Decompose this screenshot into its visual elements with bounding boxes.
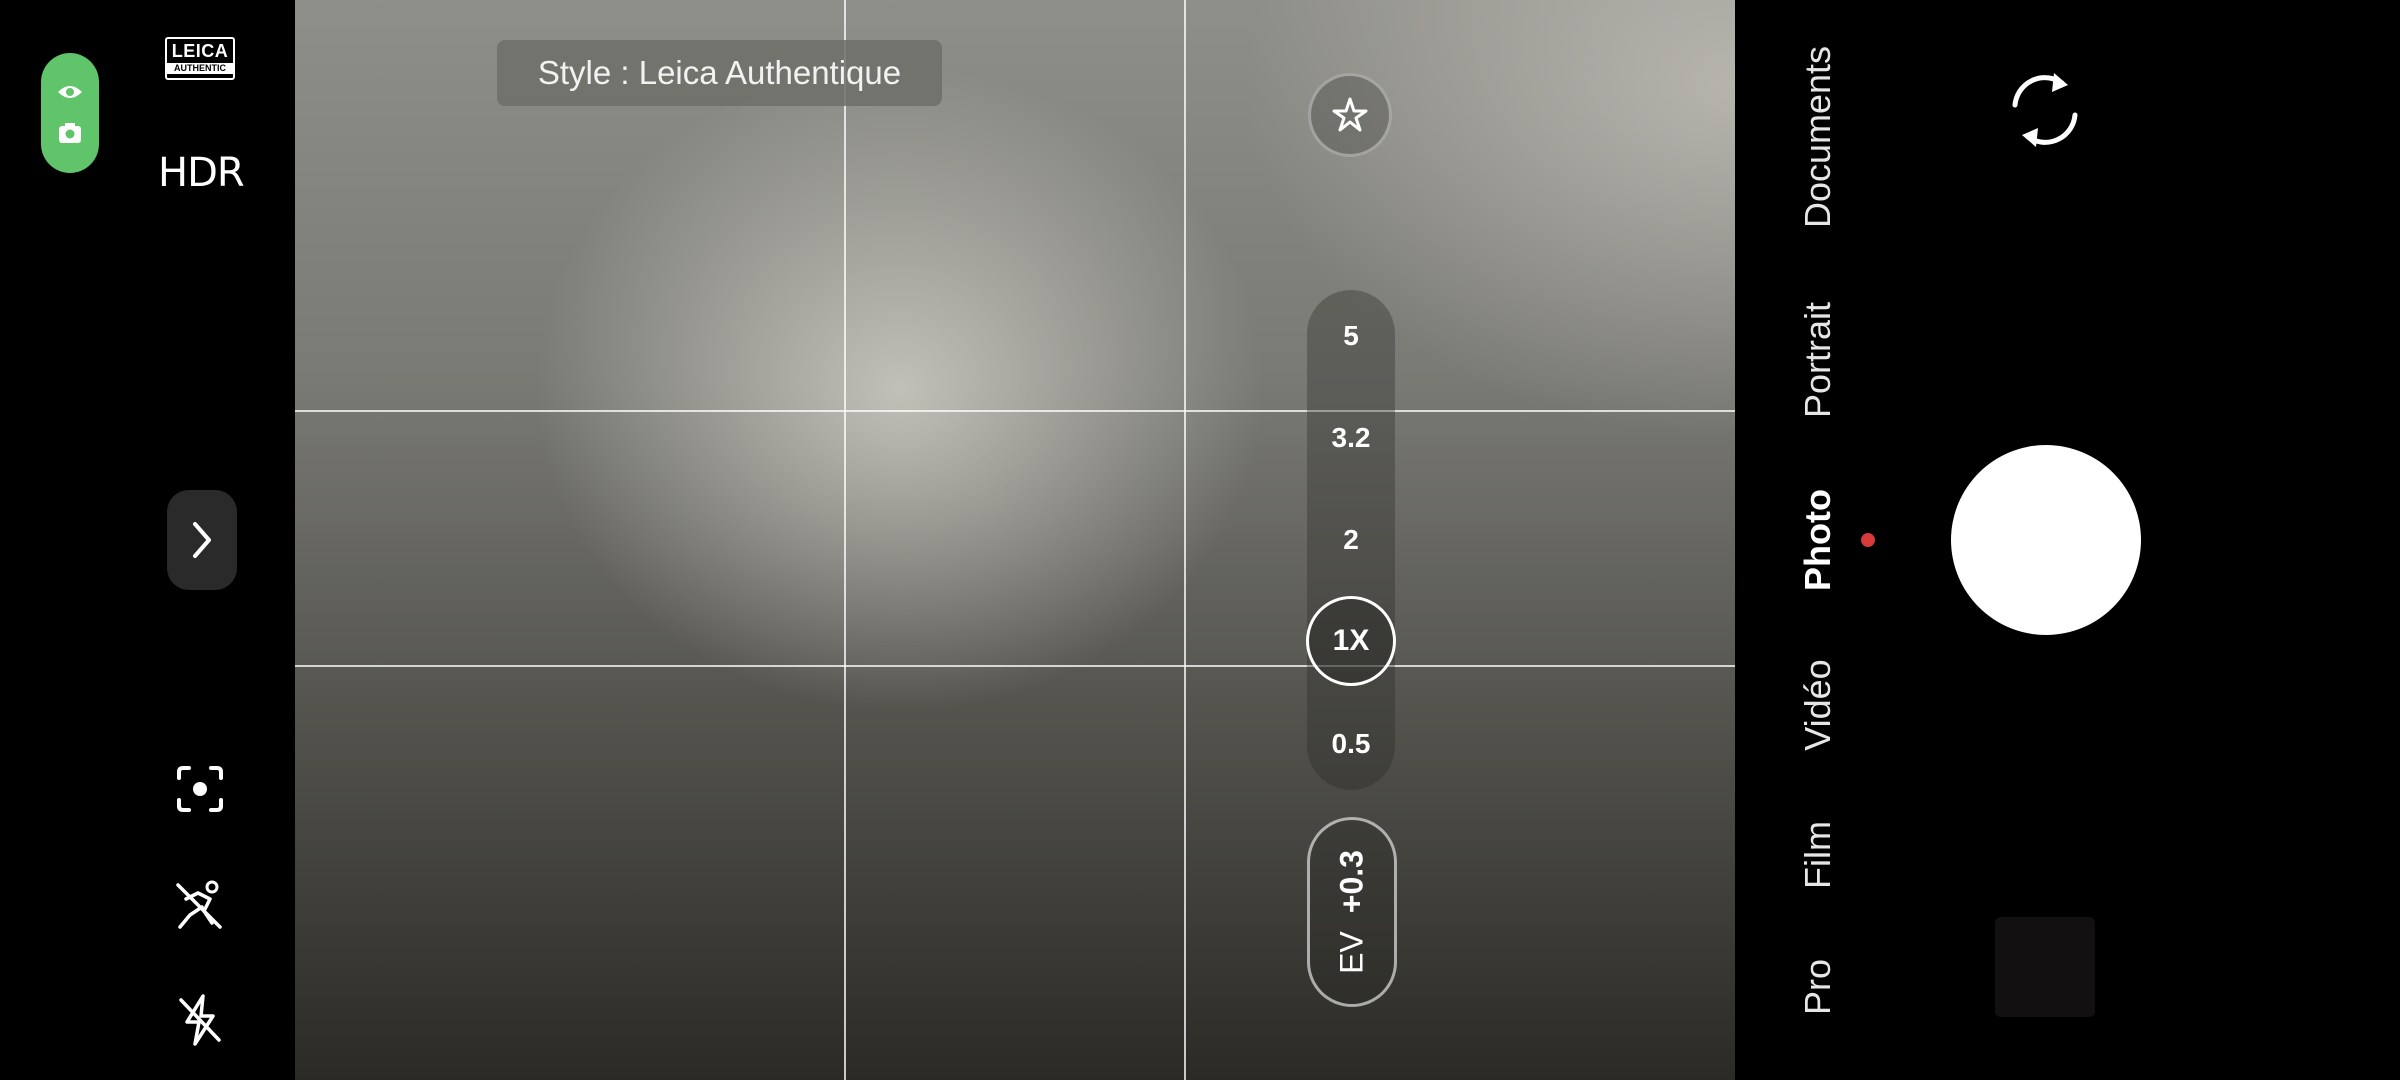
chevron-right-icon <box>193 522 211 558</box>
grid-line <box>295 665 1735 667</box>
switch-camera-button[interactable] <box>2000 65 2090 155</box>
switch-camera-icon <box>2012 73 2078 147</box>
hdr-toggle[interactable]: HDR <box>158 150 245 196</box>
motion-off-icon <box>176 880 222 929</box>
shutter-button[interactable] <box>1951 445 2141 635</box>
mode-documents[interactable]: Documents <box>1797 46 1839 228</box>
exposure-compensation-text: EV +0.3 <box>1334 850 1371 974</box>
mode-film[interactable]: Film <box>1797 821 1839 889</box>
mode-photo[interactable]: Photo <box>1797 489 1839 591</box>
mode-pro[interactable]: Pro <box>1797 959 1839 1015</box>
camera-viewfinder[interactable] <box>295 0 1735 1080</box>
privacy-indicator[interactable] <box>41 53 99 173</box>
zoom-option-1x-selected[interactable]: 1X <box>1306 596 1396 686</box>
gallery-thumbnail[interactable] <box>1995 917 2095 1017</box>
leica-badge-subtitle: AUTHENTIC <box>167 63 233 74</box>
ai-enhance-icon <box>1332 97 1368 132</box>
zoom-option-2[interactable]: 2 <box>1307 510 1395 570</box>
grid-line <box>1184 0 1186 1080</box>
flash-off-icon <box>179 994 221 1046</box>
ev-label: EV <box>1333 931 1370 974</box>
grid-line <box>295 410 1735 412</box>
ev-value: +0.3 <box>1333 850 1370 914</box>
flash-button[interactable] <box>170 990 230 1050</box>
privacy-indicator-icon <box>58 86 82 143</box>
expand-settings-button[interactable] <box>167 490 237 590</box>
grid-line <box>844 0 846 1080</box>
lens-focus-icon <box>177 766 223 812</box>
motion-capture-button[interactable] <box>170 875 230 935</box>
ai-enhance-button[interactable] <box>1308 73 1392 157</box>
active-mode-indicator <box>1861 533 1875 547</box>
zoom-option-5[interactable]: 5 <box>1307 306 1395 366</box>
mode-video[interactable]: Vidéo <box>1797 659 1839 750</box>
leica-authentic-badge[interactable]: LEICA AUTHENTIC <box>165 37 235 80</box>
mode-portrait[interactable]: Portrait <box>1797 302 1839 418</box>
zoom-option-3-2[interactable]: 3.2 <box>1307 408 1395 468</box>
lens-focus-button[interactable] <box>170 759 230 819</box>
leica-badge-title: LEICA <box>171 41 229 61</box>
style-toast: Style : Leica Authentique <box>497 40 942 106</box>
zoom-option-0-5[interactable]: 0.5 <box>1307 714 1395 774</box>
